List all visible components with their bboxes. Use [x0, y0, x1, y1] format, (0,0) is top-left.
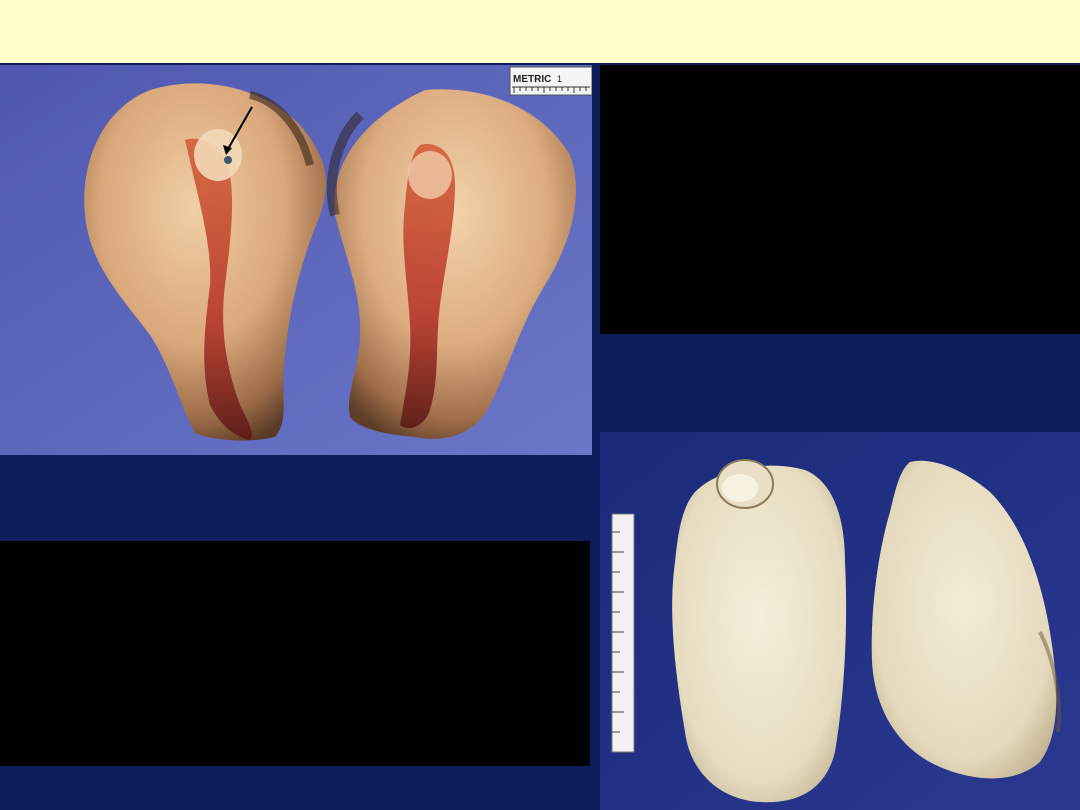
fibroid-photo-drawing — [600, 432, 1080, 810]
vertical-ruler — [611, 513, 635, 753]
black-box-top-right — [600, 65, 1080, 334]
uterus-cross-section-photo: METRIC 1 — [0, 65, 592, 455]
ruler-label: METRIC — [513, 74, 551, 85]
uterus-photo-drawing: METRIC 1 — [0, 65, 592, 455]
fibroid-left-half — [672, 465, 847, 803]
fibroid-cross-section-photo — [600, 432, 1080, 810]
ruler-digit: 1 — [557, 74, 562, 84]
top-band — [0, 0, 1080, 63]
metric-ruler: METRIC 1 — [509, 66, 592, 96]
black-box-bottom-left — [0, 541, 590, 766]
